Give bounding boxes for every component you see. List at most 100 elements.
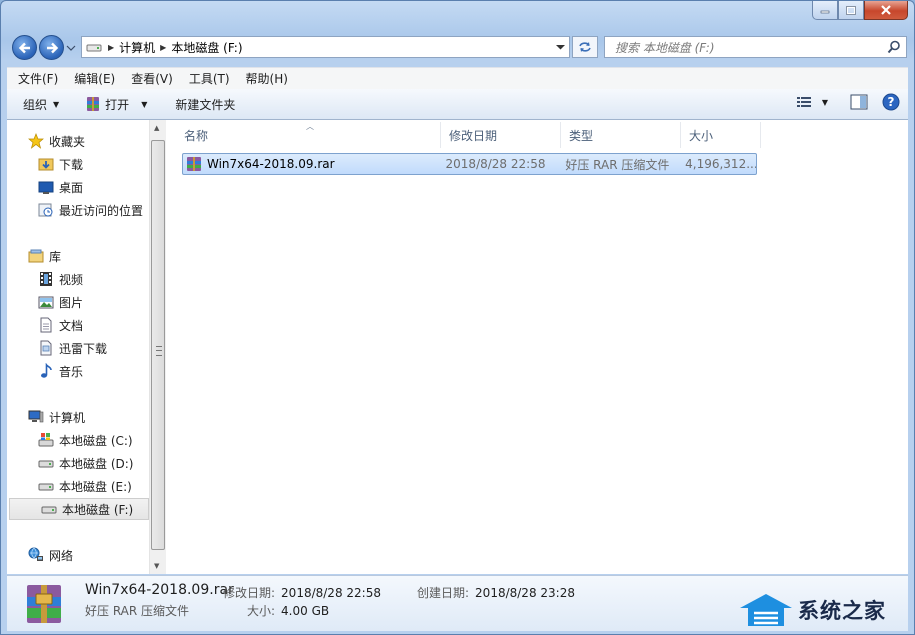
nav-drive-e[interactable]: 本地磁盘 (E:) xyxy=(7,475,149,497)
details-modified-value: 2018/8/28 22:58 xyxy=(281,586,381,600)
system-drive-icon xyxy=(38,432,54,448)
address-dropdown-icon[interactable] xyxy=(556,43,565,51)
details-size-value: 4.00 GB xyxy=(281,604,330,618)
maximize-icon xyxy=(846,5,856,15)
file-list-pane: 名称 ︿ 修改日期 类型 大小 Win7x64-2018.09.rar 2018… xyxy=(170,120,908,574)
nav-network-label: 网络 xyxy=(49,548,74,563)
nav-desktop[interactable]: 桌面 xyxy=(7,176,149,198)
forward-button[interactable] xyxy=(39,35,64,60)
folder-document-icon xyxy=(38,340,54,356)
scroll-down-icon[interactable]: ▼ xyxy=(154,562,159,570)
nav-recent[interactable]: 最近访问的位置 xyxy=(7,199,149,221)
minimize-button[interactable] xyxy=(812,1,838,20)
nav-xunlei-label: 迅雷下载 xyxy=(59,341,108,356)
nav-libraries[interactable]: 库 xyxy=(7,245,149,267)
close-button[interactable] xyxy=(864,1,908,20)
video-icon xyxy=(38,271,54,287)
menu-help[interactable]: 帮助(H) xyxy=(241,70,293,87)
details-size: 大小: 4.00 GB xyxy=(247,602,329,619)
network-icon xyxy=(28,547,44,563)
column-name-label: 名称 xyxy=(184,128,209,143)
nav-drive-d[interactable]: 本地磁盘 (D:) xyxy=(7,452,149,474)
libraries-icon xyxy=(28,248,44,264)
nav-drive-c[interactable]: 本地磁盘 (C:) xyxy=(7,429,149,451)
maximize-button[interactable] xyxy=(838,1,864,20)
nav-computer[interactable]: 计算机 xyxy=(7,406,149,428)
organize-button[interactable]: 组织 ▼ xyxy=(15,92,65,116)
nav-favorites-label: 收藏夹 xyxy=(49,134,86,149)
breadcrumb-computer[interactable]: 计算机 xyxy=(114,39,160,56)
chevron-down-icon: ▼ xyxy=(53,99,60,109)
file-modified: 2018/8/28 22:58 xyxy=(445,157,546,171)
details-size-label: 大小: xyxy=(247,604,276,618)
nav-downloads-label: 下载 xyxy=(59,157,84,172)
nav-computer-label: 计算机 xyxy=(49,410,86,425)
nav-drive-d-label: 本地磁盘 (D:) xyxy=(59,456,134,471)
arrow-right-icon xyxy=(46,42,58,53)
menu-edit[interactable]: 编辑(E) xyxy=(69,70,120,87)
nav-downloads[interactable]: 下载 xyxy=(7,153,149,175)
menu-file[interactable]: 文件(F) xyxy=(13,70,63,87)
open-button[interactable]: 打开 ▼ xyxy=(79,92,153,116)
pictures-icon xyxy=(38,294,54,310)
column-name[interactable]: 名称 ︿ xyxy=(176,122,441,148)
details-pane: Win7x64-2018.09.rar 好压 RAR 压缩文件 修改日期: 201… xyxy=(7,575,908,631)
preview-pane-icon[interactable] xyxy=(850,94,868,110)
file-row[interactable]: Win7x64-2018.09.rar 2018/8/28 22:58 好压 R… xyxy=(182,153,757,175)
nav-libraries-label: 库 xyxy=(49,249,62,264)
menu-tools[interactable]: 工具(T) xyxy=(184,70,235,87)
nav-drive-f-label: 本地磁盘 (F:) xyxy=(62,502,134,517)
nav-favorites[interactable]: 收藏夹 xyxy=(7,130,149,152)
scroll-up-icon[interactable]: ▲ xyxy=(154,124,159,132)
rar-archive-icon xyxy=(87,97,100,111)
recent-pages-dropdown[interactable] xyxy=(66,43,76,53)
nav-drive-e-label: 本地磁盘 (E:) xyxy=(59,479,132,494)
nav-xunlei[interactable]: 迅雷下载 xyxy=(7,337,149,359)
column-type[interactable]: 类型 xyxy=(561,122,681,148)
new-folder-button[interactable]: 新建文件夹 xyxy=(167,92,241,116)
details-created-label: 创建日期: xyxy=(417,586,470,600)
column-modified[interactable]: 修改日期 xyxy=(441,122,561,148)
view-options-button[interactable]: ▼ xyxy=(796,95,828,109)
nav-pictures[interactable]: 图片 xyxy=(7,291,149,313)
back-button[interactable] xyxy=(12,35,37,60)
minimize-icon xyxy=(820,10,830,14)
nav-recent-label: 最近访问的位置 xyxy=(59,203,144,218)
column-modified-label: 修改日期 xyxy=(449,128,498,143)
document-icon xyxy=(38,317,54,333)
rar-archive-icon xyxy=(187,157,201,171)
chevron-down-icon: ▼ xyxy=(821,97,828,107)
nav-music[interactable]: 音乐 xyxy=(7,360,149,382)
nav-pictures-label: 图片 xyxy=(59,295,84,310)
details-created: 创建日期: 2018/8/28 23:28 xyxy=(417,584,575,601)
nav-drive-c-label: 本地磁盘 (C:) xyxy=(59,433,133,448)
new-folder-label: 新建文件夹 xyxy=(175,97,236,112)
column-type-label: 类型 xyxy=(569,128,594,143)
nav-drive-f[interactable]: 本地磁盘 (F:) xyxy=(9,498,149,520)
file-type: 好压 RAR 压缩文件 xyxy=(565,157,670,172)
scrollbar-thumb[interactable] xyxy=(151,140,165,550)
navigation-scrollbar[interactable]: ▲ ▼ xyxy=(149,120,166,574)
help-icon[interactable]: ? xyxy=(882,93,900,111)
nav-network[interactable]: 网络 xyxy=(7,544,149,566)
watermark: 系统之家 xyxy=(738,590,906,630)
nav-documents[interactable]: 文档 xyxy=(7,314,149,336)
music-note-icon xyxy=(38,363,54,379)
search-icon[interactable] xyxy=(887,40,901,54)
nav-videos[interactable]: 视频 xyxy=(7,268,149,290)
address-bar[interactable]: ▶ 计算机 ▶ 本地磁盘 (F:) xyxy=(81,36,570,58)
navigation-pane: 收藏夹 下载 桌面 最近访问的位置 库 视频 图片 文档 迅雷下载 音乐 计算机… xyxy=(7,120,149,574)
breadcrumb-drive-f[interactable]: 本地磁盘 (F:) xyxy=(166,39,247,56)
watermark-text: 系统之家 xyxy=(798,599,886,623)
refresh-button[interactable] xyxy=(572,36,598,58)
drive-icon xyxy=(38,455,54,471)
search-input[interactable] xyxy=(613,38,887,58)
column-size[interactable]: 大小 xyxy=(681,122,761,148)
nav-videos-label: 视频 xyxy=(59,272,84,287)
close-icon xyxy=(881,5,891,15)
downloads-folder-icon xyxy=(38,156,54,172)
menu-view[interactable]: 查看(V) xyxy=(126,70,178,87)
details-created-value: 2018/8/28 23:28 xyxy=(475,586,575,600)
computer-icon xyxy=(28,409,44,425)
file-name: Win7x64-2018.09.rar xyxy=(207,157,335,171)
